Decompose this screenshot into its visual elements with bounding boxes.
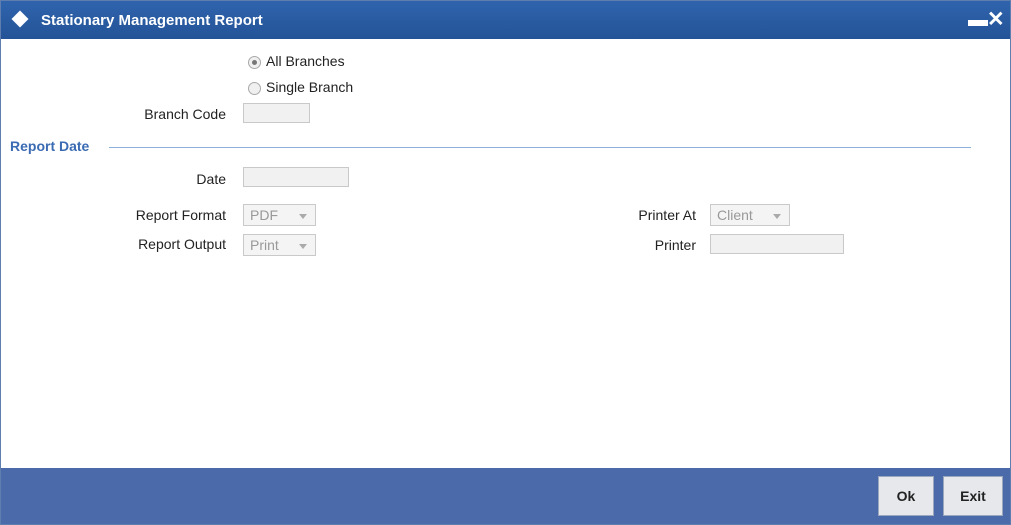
radio-single-branch-label: Single Branch	[266, 79, 354, 95]
diamond-icon	[11, 10, 29, 28]
printer-at-value: Client	[717, 207, 753, 223]
report-format-select[interactable]: PDF	[243, 204, 316, 226]
ok-button[interactable]: Ok	[878, 476, 934, 516]
branch-code-field[interactable]	[243, 103, 310, 123]
report-format-label: Report Format	[135, 207, 226, 223]
printer-field[interactable]	[710, 234, 844, 254]
report-output-label: Report Output	[138, 236, 226, 252]
report-output-select[interactable]: Print	[243, 234, 316, 256]
printer-at-label: Printer At	[638, 207, 696, 223]
chevron-down-icon	[299, 214, 307, 219]
branch-code-label: Branch Code	[144, 106, 226, 122]
radio-single-branch[interactable]	[248, 82, 261, 95]
window-title: Stationary Management Report	[41, 12, 263, 29]
section-divider	[109, 147, 971, 148]
chevron-down-icon	[773, 214, 781, 219]
radio-all-branches-label: All Branches	[266, 53, 345, 69]
printer-label: Printer	[654, 237, 696, 253]
report-window: Stationary Management Report ▬ ✕ All Bra…	[0, 0, 1011, 525]
chevron-down-icon	[299, 244, 307, 249]
exit-button[interactable]: Exit	[943, 476, 1003, 516]
date-field[interactable]	[243, 167, 349, 187]
report-output-value: Print	[250, 237, 279, 253]
footer-bar	[1, 468, 1010, 524]
date-label: Date	[196, 171, 226, 187]
close-button[interactable]: ✕	[987, 7, 1005, 32]
radio-all-branches[interactable]	[248, 56, 261, 69]
report-format-value: PDF	[250, 207, 278, 223]
printer-at-select[interactable]: Client	[710, 204, 790, 226]
minimize-button[interactable]: ▬	[968, 9, 988, 32]
title-bar: Stationary Management Report ▬ ✕	[1, 1, 1010, 39]
section-title-report-date: Report Date	[10, 138, 90, 154]
